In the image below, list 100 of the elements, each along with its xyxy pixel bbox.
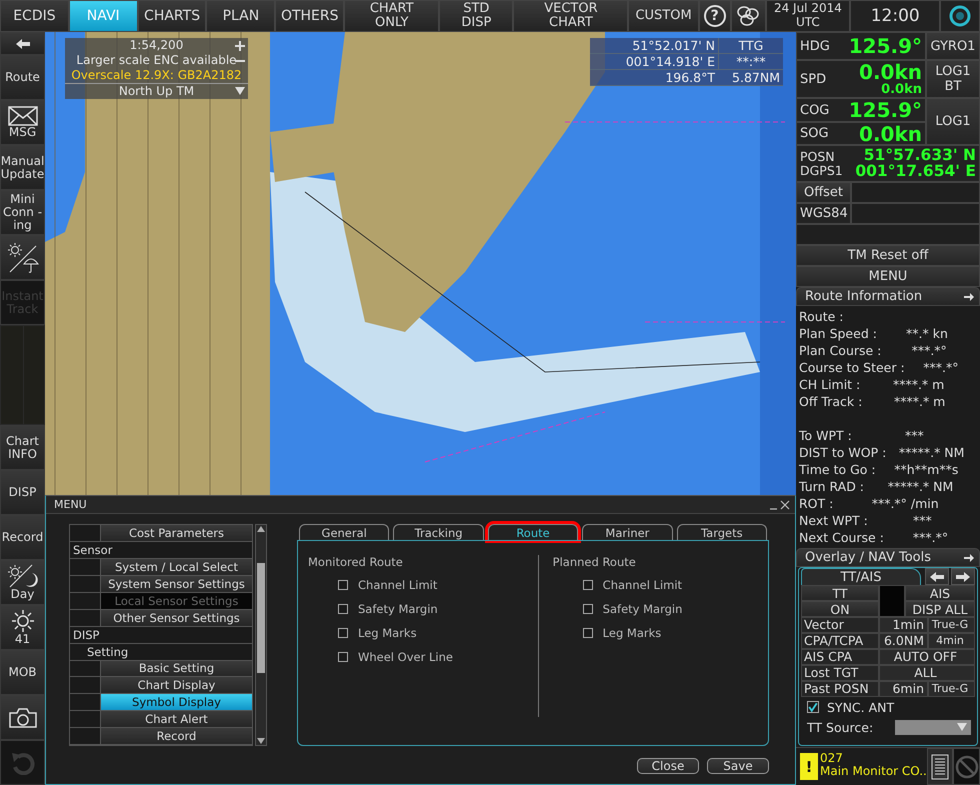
- tree-group-row[interactable]: Sensor: [70, 542, 252, 559]
- sidebar-button[interactable]: Manual Update: [0, 145, 45, 190]
- target-setting-value[interactable]: True-G: [928, 617, 975, 633]
- nav-tab[interactable]: PLAN: [206, 0, 276, 32]
- checkbox[interactable]: [582, 604, 593, 614]
- sidebar-icon-button[interactable]: [0, 695, 45, 740]
- target-type-button[interactable]: AIS: [905, 585, 975, 601]
- tree-item[interactable]: Chart Alert: [101, 711, 252, 728]
- target-state-button[interactable]: ON: [801, 601, 879, 617]
- tm-reset-button[interactable]: TM Reset off: [796, 245, 980, 266]
- cursor-range: 5.87NM: [718, 70, 783, 86]
- tree-item[interactable]: System Sensor Settings: [101, 576, 252, 592]
- previous-arrow-button[interactable]: [925, 568, 949, 585]
- minimize-close-icon[interactable]: [769, 500, 791, 510]
- route-info-value: *****.* NM: [898, 444, 966, 461]
- help-button[interactable]: ?: [698, 0, 731, 32]
- checkbox[interactable]: [582, 628, 593, 638]
- speed-source-button[interactable]: LOG1 BT: [926, 60, 980, 98]
- target-setting-value[interactable]: 6.0NM: [879, 633, 928, 649]
- display-mode-button[interactable]: VECTOR CHART: [513, 0, 628, 32]
- power-button[interactable]: [940, 0, 980, 32]
- datum-text: WGS84: [796, 203, 851, 224]
- display-mode-button[interactable]: STD DISP: [439, 0, 514, 32]
- route-info-label: Time to Go :: [799, 461, 876, 478]
- dialog-button[interactable]: Close: [637, 758, 699, 774]
- dialog-button[interactable]: Save: [707, 758, 769, 774]
- warning-badge[interactable]: !: [800, 753, 818, 780]
- target-setting-value[interactable]: AUTO OFF: [879, 649, 975, 665]
- nav-tab[interactable]: OTHERS: [275, 0, 344, 32]
- target-setting-value[interactable]: ALL: [879, 665, 975, 681]
- settings-tab[interactable]: Targets: [676, 524, 768, 540]
- tree-item[interactable]: System / Local Select: [101, 558, 252, 575]
- checkbox-label: SYNC. ANT: [827, 700, 894, 714]
- next-arrow-button[interactable]: [951, 568, 975, 585]
- tt-ais-tab[interactable]: TT/AIS: [801, 568, 921, 585]
- target-setting-value[interactable]: True-G: [928, 681, 975, 697]
- checkbox[interactable]: [338, 628, 348, 638]
- nav-tab[interactable]: CHARTS: [138, 0, 206, 32]
- sun-icon: [10, 609, 36, 634]
- nav-tab[interactable]: ECDIS: [0, 0, 69, 32]
- target-setting-label: AIS CPA: [801, 649, 879, 665]
- tree-item[interactable]: Cost Parameters: [101, 525, 252, 541]
- sidebar-button[interactable]: Chart INFO: [0, 425, 45, 470]
- settings-tab[interactable]: Tracking: [393, 524, 484, 540]
- checkbox-label: Channel Limit: [602, 578, 682, 592]
- sidebar-button[interactable]: Route: [0, 55, 45, 100]
- scrollbar-thumb[interactable]: [257, 563, 265, 673]
- tt-source-dropdown[interactable]: [895, 720, 971, 734]
- sidebar-button[interactable]: MSG: [0, 100, 45, 145]
- checkbox[interactable]: [338, 580, 348, 590]
- target-setting-value[interactable]: 1min: [879, 617, 928, 633]
- checkbox[interactable]: [338, 604, 348, 614]
- target-setting-value[interactable]: 6min: [879, 681, 928, 697]
- settings-tab[interactable]: Route: [488, 524, 578, 540]
- route-info-label: Plan Speed :: [799, 325, 877, 342]
- route-info-label: Next WPT :: [799, 512, 868, 529]
- left-arrow-icon: [929, 570, 945, 582]
- overlay-tools-header[interactable]: Overlay / NAV Tools: [796, 548, 980, 567]
- cog-sog-source-button[interactable]: LOG1: [926, 98, 980, 145]
- route-information-header[interactable]: Route Information: [796, 287, 980, 306]
- heading-source-button[interactable]: GYRO1: [926, 32, 980, 60]
- checkbox[interactable]: [807, 701, 819, 713]
- checkbox[interactable]: [582, 580, 593, 590]
- tree-item[interactable]: Record: [101, 728, 252, 744]
- tree-item[interactable]: Other Sensor Settings: [101, 610, 252, 626]
- scroll-up-icon[interactable]: [256, 525, 266, 533]
- sidebar-icon-button[interactable]: [0, 32, 45, 55]
- target-setting-value[interactable]: 4min: [928, 633, 975, 649]
- sidebar-button[interactable]: Record: [0, 515, 45, 560]
- tree-item[interactable]: Symbol Display: [101, 694, 252, 710]
- tree-group-row[interactable]: DISP: [70, 626, 252, 644]
- orientation-text[interactable]: North Up TM: [118, 84, 194, 98]
- scroll-down-icon[interactable]: [256, 737, 266, 745]
- envelope-icon: [8, 106, 38, 126]
- display-mode-button[interactable]: CUSTOM: [628, 0, 699, 32]
- caret-icon[interactable]: [235, 87, 245, 95]
- tree-group-row[interactable]: Setting: [70, 644, 252, 661]
- layers-button[interactable]: [730, 0, 766, 32]
- arrow-right-icon: [964, 292, 974, 300]
- offset-button[interactable]: Offset: [796, 182, 851, 203]
- checkbox[interactable]: [338, 652, 348, 662]
- scrollbar[interactable]: [255, 524, 267, 746]
- prohibited-icon: [954, 754, 979, 778]
- menu-button[interactable]: MENU: [796, 266, 980, 287]
- alert-list-button[interactable]: [926, 748, 954, 785]
- sidebar-icon-button[interactable]: [0, 235, 45, 280]
- sidebar-button[interactable]: MOB: [0, 650, 45, 695]
- tree-item[interactable]: Basic Setting: [101, 660, 252, 676]
- sidebar-button[interactable]: Day: [0, 560, 45, 605]
- settings-tab[interactable]: Mariner: [582, 524, 673, 540]
- tree-item[interactable]: Chart Display: [101, 677, 252, 694]
- cog-label: COG: [800, 102, 830, 118]
- display-mode-button[interactable]: CHART ONLY: [344, 0, 440, 32]
- target-type-button[interactable]: TT: [801, 585, 879, 601]
- zoom-in-icon[interactable]: [235, 41, 245, 51]
- sidebar-button[interactable]: DISP: [0, 470, 45, 515]
- settings-tab[interactable]: General: [299, 524, 390, 540]
- sidebar-button[interactable]: 41: [0, 605, 45, 650]
- target-state-button[interactable]: DISP ALL: [905, 601, 975, 617]
- sidebar-button[interactable]: Mini Conn -ing: [0, 190, 45, 235]
